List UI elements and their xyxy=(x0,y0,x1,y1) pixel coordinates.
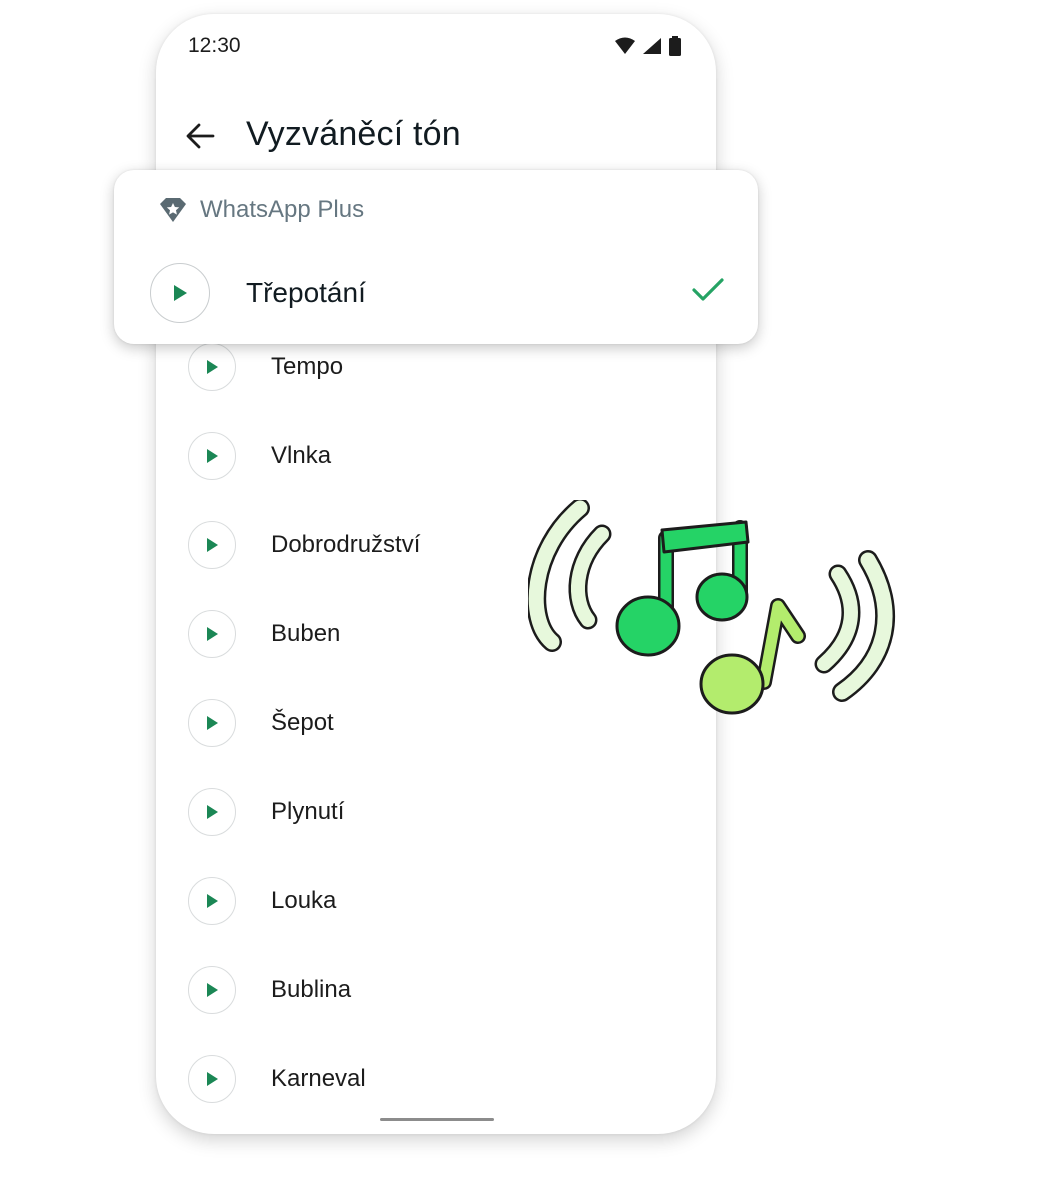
ringtone-label: Tempo xyxy=(271,353,344,380)
play-icon xyxy=(207,1072,218,1086)
ringtone-label: Bublina xyxy=(271,976,352,1003)
back-button[interactable] xyxy=(182,118,218,154)
ringtone-item-trepotani[interactable]: Třepotání xyxy=(114,263,758,325)
ringtone-item-karneval[interactable]: Karneval xyxy=(156,1055,716,1134)
ringtone-label: Louka xyxy=(271,887,337,914)
ringtone-label: Plynutí xyxy=(271,798,345,825)
play-button[interactable] xyxy=(188,521,236,569)
wifi-icon xyxy=(614,37,636,60)
app-bar: Vyzváněcí tón xyxy=(156,84,716,174)
check-icon xyxy=(692,277,724,308)
play-icon xyxy=(207,716,218,730)
play-icon xyxy=(207,538,218,552)
play-icon xyxy=(207,627,218,641)
page-title: Vyzváněcí tón xyxy=(246,115,461,153)
status-time: 12:30 xyxy=(188,34,241,57)
status-icons xyxy=(614,36,682,61)
play-button[interactable] xyxy=(188,699,236,747)
play-button[interactable] xyxy=(188,788,236,836)
play-icon xyxy=(207,894,218,908)
ringtone-label: Šepot xyxy=(271,709,334,736)
whatsapp-plus-card: WhatsApp Plus Třepotání xyxy=(114,170,758,344)
play-icon xyxy=(207,449,218,463)
ringtone-label: Buben xyxy=(271,620,341,647)
play-button[interactable] xyxy=(188,343,236,391)
play-icon xyxy=(174,285,187,301)
ringtone-label: Karneval xyxy=(271,1065,366,1092)
home-indicator[interactable] xyxy=(380,1118,494,1121)
ringtone-item-bublina[interactable]: Bublina xyxy=(156,966,716,1055)
premium-badge-icon xyxy=(160,198,186,222)
play-button[interactable] xyxy=(188,610,236,658)
music-notes-illustration xyxy=(528,500,896,715)
play-button[interactable] xyxy=(188,877,236,925)
ringtone-item-tempo[interactable]: Tempo xyxy=(156,343,716,432)
battery-icon xyxy=(668,36,682,61)
ringtone-item-louka[interactable]: Louka xyxy=(156,877,716,966)
play-icon xyxy=(207,360,218,374)
play-icon xyxy=(207,983,218,997)
status-bar: 12:30 xyxy=(156,14,716,78)
play-button[interactable] xyxy=(188,1055,236,1103)
play-button[interactable] xyxy=(188,432,236,480)
signal-icon xyxy=(642,37,662,60)
ringtone-label: Vlnka xyxy=(271,442,332,469)
plus-section-header: WhatsApp Plus xyxy=(158,196,364,224)
play-button[interactable] xyxy=(150,263,210,323)
ringtone-label: Třepotání xyxy=(246,277,366,308)
play-button[interactable] xyxy=(188,966,236,1014)
plus-section-label: WhatsApp Plus xyxy=(200,196,365,223)
play-icon xyxy=(207,805,218,819)
arrow-left-icon xyxy=(186,123,215,149)
ringtone-label: Dobrodružství xyxy=(271,531,421,558)
ringtone-item-plynuti[interactable]: Plynutí xyxy=(156,788,716,877)
ringtone-list: Tempo Vlnka Dobrodružství Buben Šepot Pl… xyxy=(156,343,716,1134)
